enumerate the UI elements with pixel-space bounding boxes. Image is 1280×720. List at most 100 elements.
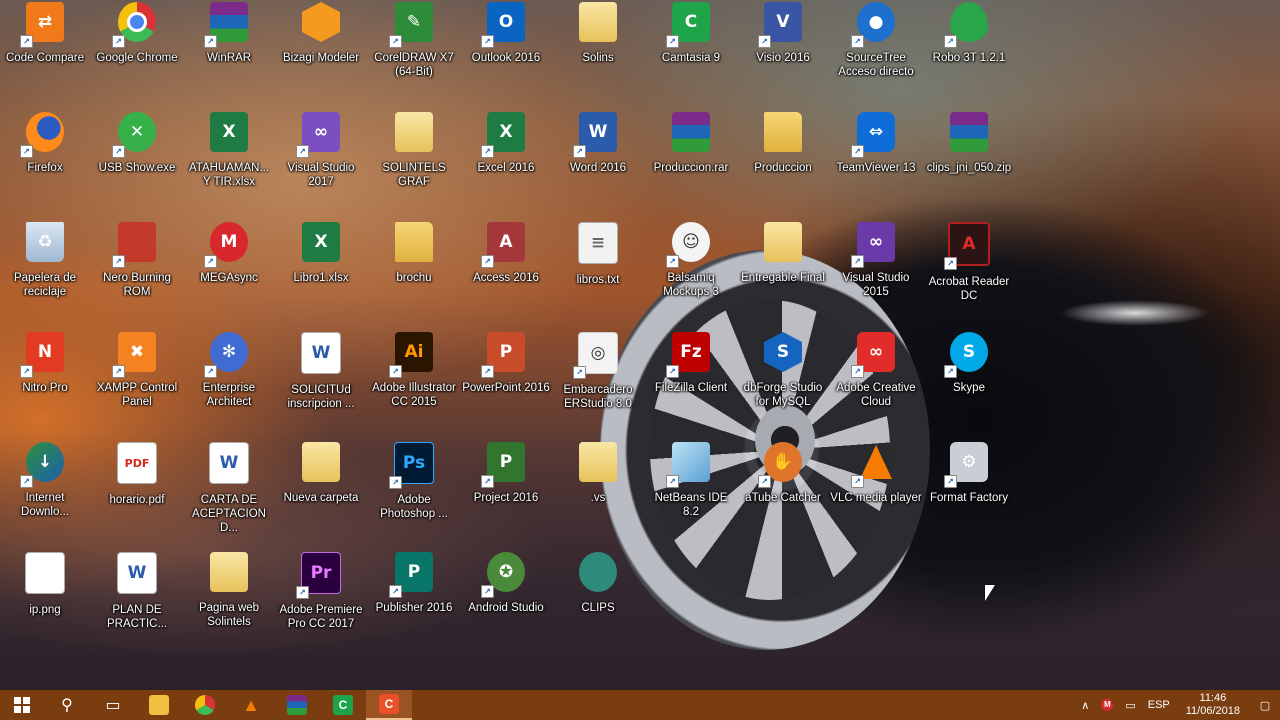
desktop-icon[interactable]: V ↗ Visio 2016: [738, 0, 828, 104]
desktop-icon[interactable]: W CARTA DE ACEPTACION D...: [184, 440, 274, 544]
desktop-icon-label: Libro1.xlsx: [293, 272, 349, 284]
desktop-icon[interactable]: A ↗ Access 2016: [461, 220, 551, 324]
desktop-icon[interactable]: .vs: [553, 440, 643, 544]
desktop-icon[interactable]: ip.png: [0, 550, 90, 654]
word-icon: W ↗: [573, 112, 617, 158]
desktop-icon[interactable]: ≡ libros.txt: [553, 220, 643, 324]
desktop-icon[interactable]: Fz ↗ FileZilla Client: [646, 330, 736, 434]
desktop-icon-label: Internet Downlo...: [21, 492, 69, 518]
desktop-icon[interactable]: ↗ WinRAR: [184, 0, 274, 104]
desktop-icon[interactable]: P ↗ Publisher 2016: [369, 550, 459, 654]
desktop-icon-label: Google Chrome: [96, 52, 178, 64]
show-hidden-icons-button[interactable]: ∧: [1075, 690, 1095, 720]
desktop-icon[interactable]: ✋ ↗ aTube Catcher: [738, 440, 828, 544]
desktop-icon[interactable]: Pr ↗ Adobe Premiere Pro CC 2017: [276, 550, 366, 654]
desktop-icon-label: Outlook 2016: [471, 52, 541, 64]
task-view-button[interactable]: ▭: [90, 690, 136, 720]
desktop-icon[interactable]: A ↗ Acrobat Reader DC: [924, 220, 1014, 324]
robo3t-icon: ↗: [944, 2, 988, 48]
language-indicator[interactable]: ESP: [1142, 690, 1176, 720]
clock[interactable]: 11:46 11/06/2018: [1176, 692, 1250, 718]
winrar-taskbar-button[interactable]: [274, 690, 320, 720]
desktop-icon[interactable]: ⚙ ↗ Format Factory: [924, 440, 1014, 544]
desktop-icon[interactable]: Produccion.rar: [646, 110, 736, 214]
desktop-icon[interactable]: SOLINTELS GRAF: [369, 110, 459, 214]
network-icon[interactable]: ▭: [1119, 690, 1141, 720]
teamviewer-icon: ⇔ ↗: [851, 112, 895, 158]
desktop-icon[interactable]: N ↗ Nitro Pro: [0, 330, 90, 434]
desktop-icon[interactable]: Entregable Final: [738, 220, 828, 324]
desktop-icon[interactable]: ↓ ↗ Internet Downlo...: [0, 440, 90, 544]
vlc-taskbar-button[interactable]: ▲: [228, 690, 274, 720]
desktop-icon[interactable]: P ↗ Project 2016: [461, 440, 551, 544]
balsamiq-icon: ☺ ↗: [666, 222, 710, 268]
desktop-icon[interactable]: ∞ ↗ Adobe Creative Cloud: [831, 330, 921, 434]
desktop-icon[interactable]: ↗ Google Chrome: [92, 0, 182, 104]
recycle-bin-icon: ♻: [26, 222, 64, 262]
access-icon: A ↗: [481, 222, 525, 268]
desktop-icon[interactable]: ∞ ↗ Visual Studio 2015: [831, 220, 921, 324]
start-button[interactable]: [0, 690, 44, 720]
desktop-icon[interactable]: CLIPS: [553, 550, 643, 654]
desktop-icon[interactable]: Ps ↗ Adobe Photoshop ...: [369, 440, 459, 544]
desktop-icon-label: TeamViewer 13: [836, 162, 916, 174]
desktop-icon[interactable]: X Libro1.xlsx: [276, 220, 366, 324]
desktop-icon[interactable]: ↗ Firefox: [0, 110, 90, 214]
chrome-taskbar-button[interactable]: [182, 690, 228, 720]
file-explorer-button[interactable]: [136, 690, 182, 720]
desktop-icon[interactable]: W PLAN DE PRACTIC...: [92, 550, 182, 654]
desktop-icon[interactable]: W SOLICITUd inscripcion ...: [276, 330, 366, 434]
clock-date: 11/06/2018: [1185, 705, 1240, 717]
desktop-icon-label: Word 2016: [569, 162, 627, 174]
shortcut-arrow-icon: ↗: [851, 35, 864, 48]
desktop-icon[interactable]: ◎ ↗ Embarcadero ERStudio 8.0: [553, 330, 643, 434]
desktop-icon[interactable]: Solins: [553, 0, 643, 104]
desktop-icon[interactable]: ✖ ↗ XAMPP Control Panel: [92, 330, 182, 434]
desktop-icon[interactable]: ↗ Nero Burning ROM: [92, 220, 182, 324]
camtasia-recorder-taskbar-button[interactable]: C: [366, 690, 412, 720]
desktop-icon[interactable]: Ai ↗ Adobe Illustrator CC 2015: [369, 330, 459, 434]
desktop-icon[interactable]: Nueva carpeta: [276, 440, 366, 544]
desktop-icon[interactable]: P ↗ PowerPoint 2016: [461, 330, 551, 434]
desktop-icon[interactable]: clips_jni_050.zip: [924, 110, 1014, 214]
desktop-icon[interactable]: ● ↗ SourceTree Acceso directo: [831, 0, 921, 104]
desktop-icon[interactable]: W ↗ Word 2016: [553, 110, 643, 214]
desktop-icon[interactable]: S ↗ dbForge Studio for MySQL: [738, 330, 828, 434]
desktop-icon[interactable]: Pagina web Solintels: [184, 550, 274, 654]
desktop-icon[interactable]: ♻ Papelera de reciclaje: [0, 220, 90, 324]
megasync-tray-icon[interactable]: M: [1095, 690, 1119, 720]
desktop-icon[interactable]: ↗ VLC media player: [830, 440, 922, 544]
desktop-icon[interactable]: ↗ Robo 3T 1.2.1: [924, 0, 1014, 104]
search-button[interactable]: ⚲: [44, 690, 90, 720]
desktop-icon-label: libros.txt: [576, 274, 620, 286]
notification-center-icon[interactable]: ▢: [1250, 699, 1280, 712]
desktop-icon[interactable]: ✎ ↗ CorelDRAW X7 (64-Bit): [369, 0, 459, 104]
desktop-icon[interactable]: PDF horario.pdf: [92, 440, 182, 544]
excel-icon: X ↗: [481, 112, 525, 158]
desktop-icon[interactable]: ✻ ↗ Enterprise Architect: [184, 330, 274, 434]
desktop-icon[interactable]: ☺ ↗ Balsamiq Mockups 3: [646, 220, 736, 324]
shortcut-arrow-icon: ↗: [573, 366, 586, 379]
desktop-icon[interactable]: ✪ ↗ Android Studio: [461, 550, 551, 654]
desktop-icon-label: WinRAR: [206, 52, 252, 64]
desktop-icon[interactable]: X ↗ Excel 2016: [461, 110, 551, 214]
desktop-icon[interactable]: ⇄ ↗ Code Compare: [0, 0, 90, 104]
desktop-icon-label: Visual Studio 2015: [842, 272, 910, 298]
desktop-icon[interactable]: ∞ ↗ Visual Studio 2017: [276, 110, 366, 214]
desktop-icon[interactable]: O ↗ Outlook 2016: [461, 0, 551, 104]
shortcut-arrow-icon: ↗: [573, 145, 586, 158]
camtasia-taskbar-button[interactable]: C: [320, 690, 366, 720]
desktop-icon-label: PowerPoint 2016: [462, 382, 550, 394]
desktop-icon[interactable]: X ATAHUAMAN... Y TIR.xlsx: [184, 110, 274, 214]
desktop-icon[interactable]: S ↗ Skype: [924, 330, 1014, 434]
desktop-icon[interactable]: ↗ NetBeans IDE 8.2: [646, 440, 736, 544]
desktop-icon[interactable]: ✕ ↗ USB Show.exe: [92, 110, 182, 214]
desktop-icon-label: Android Studio: [468, 602, 544, 614]
desktop-icon[interactable]: ↗ Bizagi Modeler: [276, 0, 366, 104]
shortcut-arrow-icon: ↗: [764, 365, 771, 372]
desktop-icon[interactable]: M ↗ MEGAsync: [184, 220, 274, 324]
desktop-icon[interactable]: C ↗ Camtasia 9: [646, 0, 736, 104]
desktop-icon[interactable]: ⇔ ↗ TeamViewer 13: [831, 110, 921, 214]
desktop-icon[interactable]: Produccion: [738, 110, 828, 214]
desktop-icon[interactable]: brochu: [369, 220, 459, 324]
